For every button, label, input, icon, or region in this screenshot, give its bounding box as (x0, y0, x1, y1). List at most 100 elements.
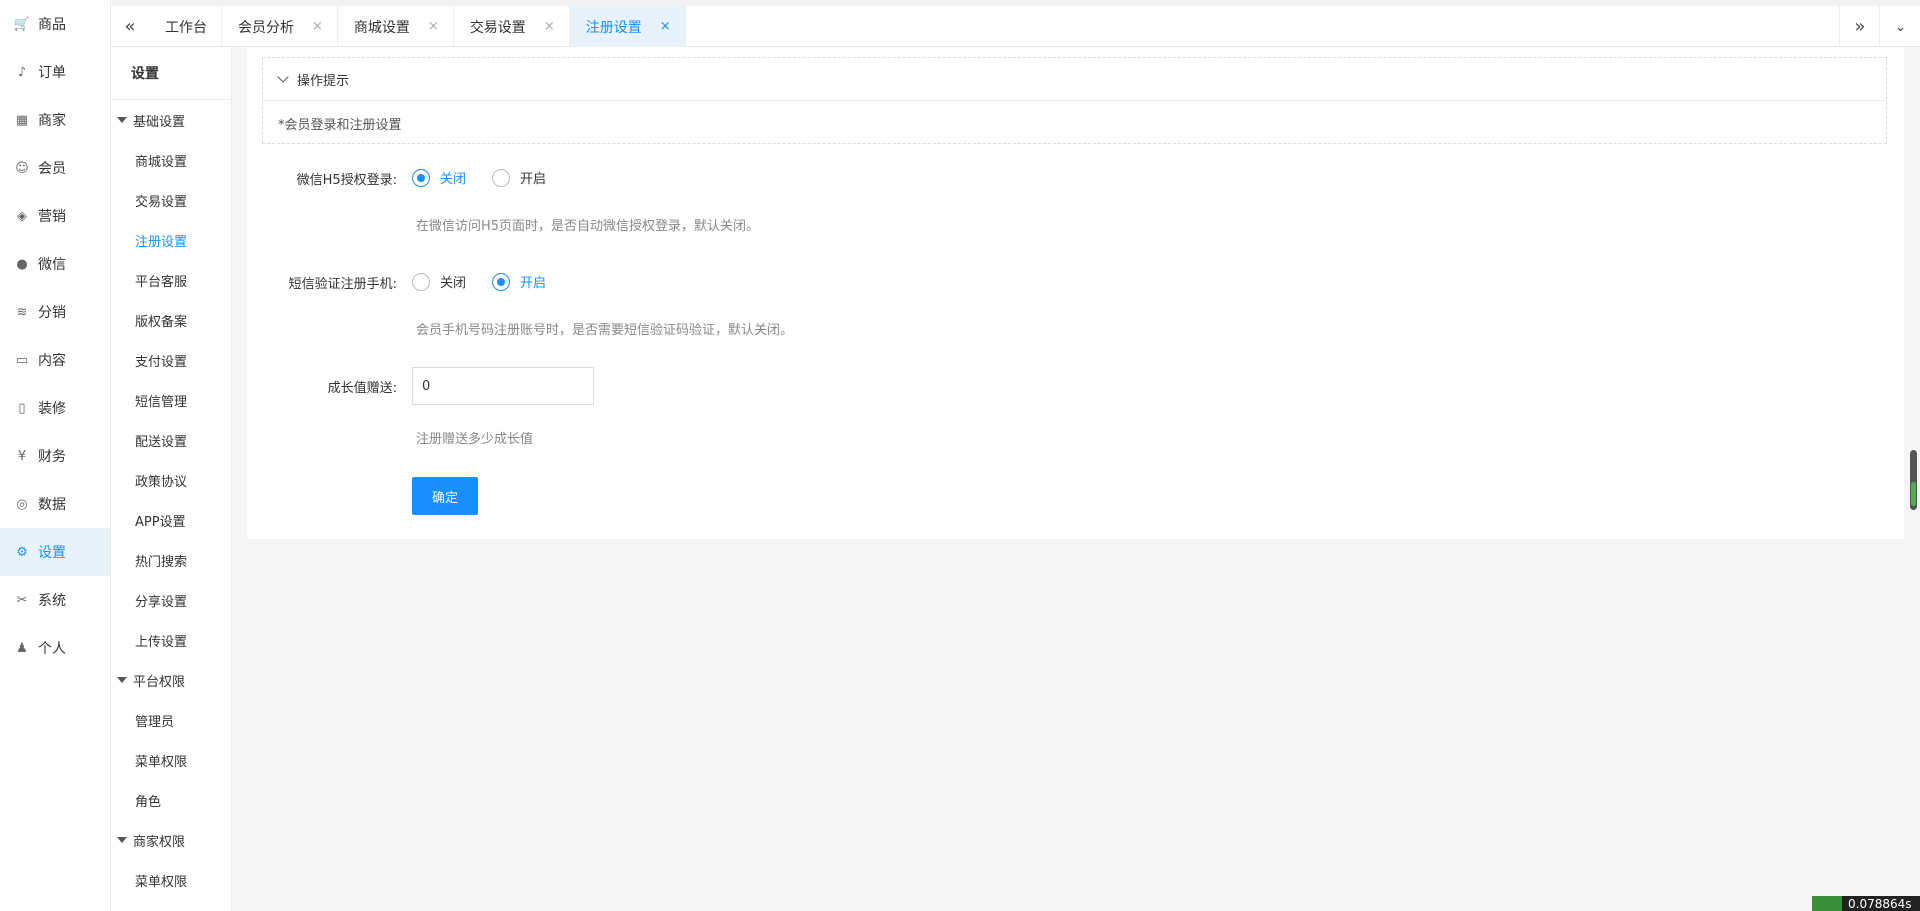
nav-item-10[interactable]: ◎ 数据 (0, 480, 110, 528)
nav-item-label: 设置 (38, 545, 66, 561)
tab-4[interactable]: 注册设置 × (569, 6, 686, 47)
submenu-item[interactable]: 注册设置 (111, 220, 231, 260)
layers-icon: ≋ (16, 304, 28, 320)
tab-bar: « 工作台 会员分析 × 商城设置 × 交易设置 × 注册设置 × » ⌄ (111, 0, 1920, 47)
submenu-item[interactable]: 平台客服 (111, 260, 231, 300)
wechat-h5-row: 微信H5授权登录: (247, 158, 397, 198)
yen-icon: ¥ (17, 448, 27, 464)
submenu-group-label: 平台权限 (133, 674, 186, 690)
tab-1[interactable]: 会员分析 × (222, 6, 338, 47)
double-chevron-right-icon[interactable]: » (1839, 6, 1880, 47)
nav-item-label: 订单 (38, 65, 66, 81)
submenu-group-0[interactable]: 基础设置 (111, 100, 231, 140)
nav-item-7[interactable]: ▭ 内容 (0, 336, 110, 384)
submenu-item[interactable]: 菜单权限 (111, 740, 231, 780)
close-icon[interactable]: × (660, 19, 671, 34)
submenu-item[interactable]: 支付设置 (111, 340, 231, 380)
nav-item-label: 营销 (38, 209, 66, 225)
sms-verify-row: 短信验证注册手机: (247, 262, 397, 302)
submenu-item[interactable]: 热门搜索 (111, 540, 231, 580)
submenu-item[interactable]: 角色 (111, 780, 231, 820)
book-icon: ▭ (15, 352, 29, 368)
tips-title: 操作提示 (297, 73, 350, 89)
nav-item-13[interactable]: ♟ 个人 (0, 624, 110, 672)
radio-icon (492, 168, 511, 187)
tools-icon: ✂ (16, 592, 28, 608)
wechat-icon: ● (16, 256, 28, 272)
chevron-down-icon[interactable]: ⌄ (1879, 6, 1920, 47)
tab-label: 会员分析 (238, 19, 294, 36)
box-icon: ◈ (17, 208, 27, 224)
submenu-item[interactable]: APP设置 (111, 500, 231, 540)
radio-label: 关闭 (440, 276, 467, 291)
nav-item-12[interactable]: ✂ 系统 (0, 576, 110, 624)
nav-item-label: 系统 (38, 593, 66, 609)
growth-row: 成长值赠送: (247, 366, 397, 406)
tab-3[interactable]: 交易设置 × (454, 6, 570, 47)
radio-label: 开启 (520, 276, 547, 291)
nav-item-label: 会员 (38, 161, 66, 177)
nav-item-label: 个人 (38, 641, 66, 657)
nav-item-0[interactable]: 🛒 商品 (0, 0, 110, 48)
debug-timer-text: 0.078864s (1848, 896, 1912, 911)
submenu-item[interactable]: 短信管理 (111, 380, 231, 420)
wechat-h5-radio-on[interactable]: 开启 (492, 168, 546, 187)
nav-item-9[interactable]: ¥ 财务 (0, 432, 110, 480)
submenu-group-label: 商家权限 (133, 834, 186, 850)
sms-verify-radio-on[interactable]: 开启 (492, 272, 546, 291)
submenu-item[interactable]: 管理员 (111, 700, 231, 740)
wechat-h5-radio-off[interactable]: 关闭 (412, 168, 466, 187)
tab-0[interactable]: 工作台 (149, 6, 222, 47)
nav-item-label: 商品 (38, 17, 66, 33)
nav-item-8[interactable]: ▯ 装修 (0, 384, 110, 432)
nav-item-11[interactable]: ⚙ 设置 (0, 528, 110, 576)
main-nav: 🛒 商品 ♪ 订单 ▦ 商家 ☺ 会员 ◈ 营销 ● 微信 ≋ 分销 ▭ 内容 ▯ 装修 ¥ 财务 ◎ 数据 ⚙ 设置 ✂ 系统 ♟… (0, 0, 111, 911)
sms-verify-radio-off[interactable]: 关闭 (412, 272, 466, 291)
submenu-item[interactable]: 版权备案 (111, 300, 231, 340)
sms-verify-label: 短信验证注册手机: (288, 276, 397, 292)
submenu-group-2[interactable]: 商家权限 (111, 820, 231, 860)
nav-item-label: 财务 (38, 449, 66, 465)
tab-2[interactable]: 商城设置 × (338, 6, 454, 47)
submenu-item[interactable]: 菜单权限 (111, 860, 231, 900)
wechat-h5-label: 微信H5授权登录: (296, 172, 397, 188)
close-icon[interactable]: × (428, 19, 439, 34)
growth-input[interactable] (412, 367, 594, 405)
nav-item-label: 分销 (38, 305, 66, 321)
nav-item-4[interactable]: ◈ 营销 (0, 192, 110, 240)
register-settings-panel: 操作提示 *会员登录和注册设置 微信H5授权登录: 关闭 开启 在微信访问H5页… (247, 47, 1904, 539)
close-icon[interactable]: × (312, 19, 323, 34)
growth-label: 成长值赠送: (327, 380, 397, 396)
submenu-item[interactable]: 分享设置 (111, 580, 231, 620)
submenu-item[interactable]: 上传设置 (111, 620, 231, 660)
submenu-item[interactable]: 配送设置 (111, 420, 231, 460)
radio-icon (492, 272, 511, 291)
submenu-title: 设置 (111, 47, 231, 100)
nav-item-label: 内容 (38, 353, 66, 369)
submenu-list: 基础设置 商城设置 交易设置 注册设置 平台客服 版权备案 支付设置 短信管理 配送设置 政策协议… (111, 100, 231, 900)
radio-icon (412, 168, 430, 187)
confirm-button[interactable]: 确定 (412, 477, 478, 515)
submenu-group-1[interactable]: 平台权限 (111, 660, 231, 700)
double-chevron-left-icon[interactable]: « (111, 6, 149, 47)
tips-header[interactable]: 操作提示 (263, 58, 1886, 101)
nav-item-3[interactable]: ☺ 会员 (0, 144, 110, 192)
submenu-item[interactable]: 政策协议 (111, 460, 231, 500)
submenu-item[interactable]: 交易设置 (111, 180, 231, 220)
chevron-down-icon (277, 71, 289, 83)
tab-label: 交易设置 (469, 19, 526, 36)
nav-item-5[interactable]: ● 微信 (0, 240, 110, 288)
sms-verify-hint: 会员手机号码注册账号时，是否需要短信验证码验证，默认关闭。 (416, 323, 794, 338)
submenu-item[interactable]: 商城设置 (111, 140, 231, 180)
store-icon: ▦ (15, 112, 29, 128)
debug-timer: 0.078864s (1812, 896, 1920, 911)
user-icon: ☺ (15, 160, 29, 176)
nav-item-1[interactable]: ♪ 订单 (0, 48, 110, 96)
radio-label: 关闭 (440, 172, 467, 187)
nav-item-6[interactable]: ≋ 分销 (0, 288, 110, 336)
caret-down-icon (117, 117, 127, 123)
phone-icon: ▯ (18, 400, 26, 416)
page-scrollbar[interactable] (1910, 450, 1917, 510)
close-icon[interactable]: × (544, 19, 555, 34)
nav-item-2[interactable]: ▦ 商家 (0, 96, 110, 144)
